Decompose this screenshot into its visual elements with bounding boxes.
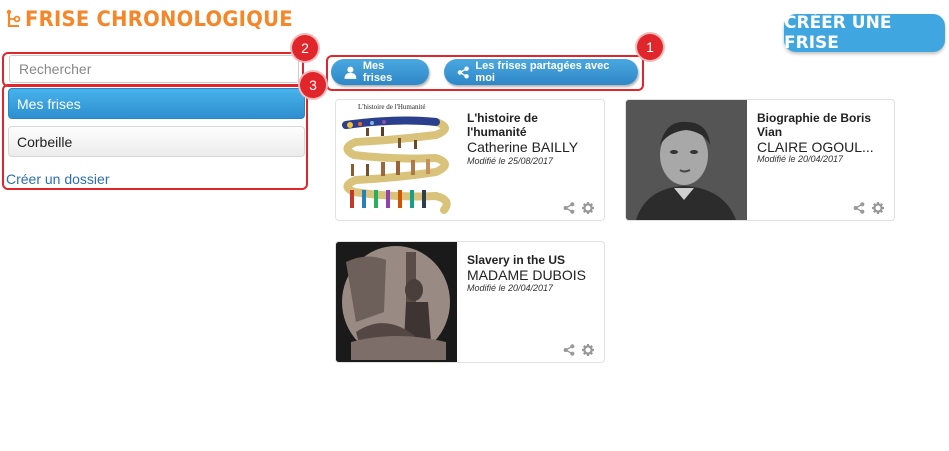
app-logo[interactable]: FRISE CHRONOLOGIQUE: [6, 7, 313, 31]
timeline-logo-icon: [6, 9, 21, 27]
gear-icon[interactable]: [582, 202, 594, 214]
gear-icon[interactable]: [582, 344, 594, 356]
annotation-badge-2: 2: [292, 35, 318, 61]
card-modified-date: Modifié le 20/04/2017: [467, 283, 554, 293]
evolution-spiral-image: [342, 116, 451, 214]
share-icon[interactable]: [853, 202, 865, 214]
timeline-thumbnail[interactable]: [626, 100, 747, 220]
portrait-photo-image: [626, 100, 747, 220]
create-timeline-button[interactable]: CRÉER UNE FRISE: [784, 13, 945, 53]
share-icon[interactable]: [563, 202, 575, 214]
timeline-card[interactable]: Slavery in the US MADAME DUBOIS Modifié …: [335, 241, 605, 363]
card-modified-date: Modifié le 25/08/2017: [467, 156, 554, 166]
app-title: FRISE CHRONOLOGIQUE: [25, 7, 293, 31]
annotation-badge-3: 3: [300, 72, 326, 98]
card-author: Catherine BAILLY: [467, 139, 579, 155]
timeline-card[interactable]: Biographie de Boris Vian CLAIRE OGOUL...…: [625, 99, 895, 221]
gear-icon[interactable]: [872, 202, 884, 214]
card-author: MADAME DUBOIS: [467, 267, 587, 283]
annotation-box-2: [2, 52, 304, 87]
timeline-thumbnail[interactable]: [336, 242, 457, 362]
card-title: L'histoire de l'humanité: [467, 111, 538, 139]
share-icon[interactable]: [563, 344, 575, 356]
thumbnail-caption: L'histoire de l'Humanité: [358, 103, 426, 111]
card-title: Slavery in the US: [467, 253, 566, 267]
engraving-image: [336, 242, 457, 362]
annotation-box-1: [326, 55, 644, 91]
annotation-badge-1: 1: [637, 34, 663, 60]
timeline-card[interactable]: L'histoire de l'Humanité L'histoire de l…: [335, 99, 605, 221]
timeline-thumbnail[interactable]: L'histoire de l'Humanité: [336, 100, 457, 220]
card-title: Biographie de Boris Vian: [757, 111, 872, 139]
annotation-box-3: [2, 84, 308, 190]
card-author: CLAIRE OGOUL...: [757, 139, 874, 155]
card-modified-date: Modifié le 20/04/2017: [757, 154, 844, 164]
